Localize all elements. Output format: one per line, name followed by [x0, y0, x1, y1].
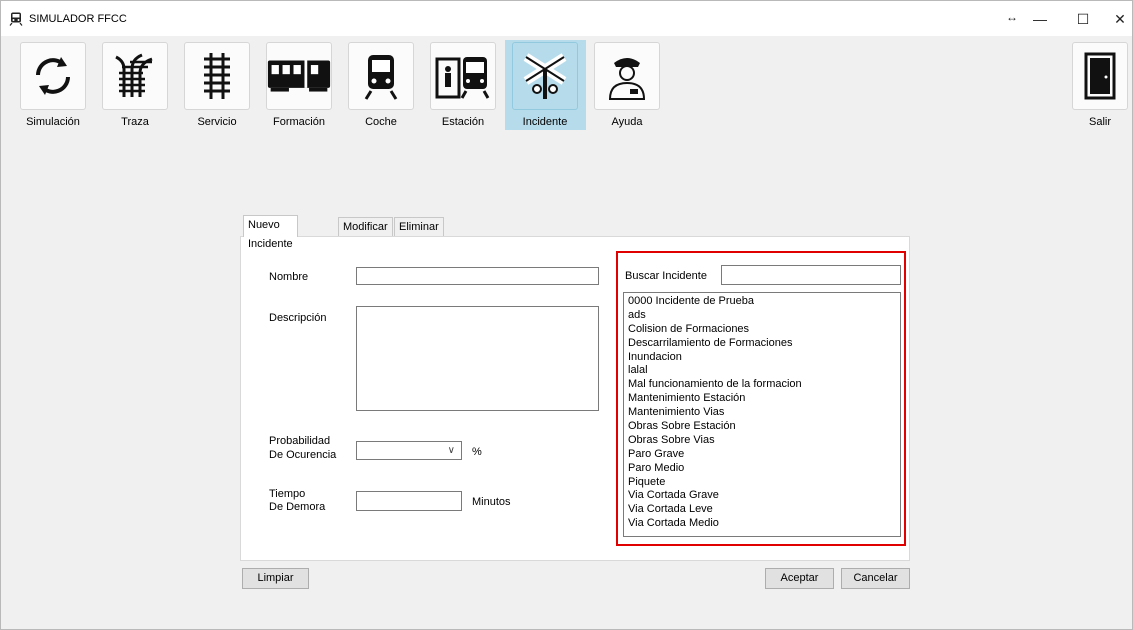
door-icon: [1084, 52, 1116, 100]
tab-nuevo-incidente[interactable]: Nuevo Incidente: [243, 215, 298, 250]
toolbar-label-formacion: Formación: [273, 116, 325, 128]
incident-list-item[interactable]: 0000 Incidente de Prueba: [624, 295, 900, 309]
aceptar-button[interactable]: Aceptar: [765, 568, 834, 589]
probabilidad-unit: %: [472, 446, 482, 458]
probabilidad-label-line-1: Probabilidad: [269, 435, 331, 447]
toolbar-button-incidente[interactable]: [512, 42, 578, 110]
incident-list-item[interactable]: Paro Grave: [624, 448, 900, 462]
incident-list-item[interactable]: ads: [624, 309, 900, 323]
tab-eliminar[interactable]: Eliminar: [394, 217, 444, 237]
descripcion-label: Descripción: [269, 312, 327, 324]
train-icon: [9, 12, 23, 26]
incident-list-item[interactable]: lalal: [624, 364, 900, 378]
incident-list-item[interactable]: Mal funcionamiento de la formacion: [624, 378, 900, 392]
tiempo-label-line-1: Tiempo: [269, 488, 306, 500]
close-button[interactable]: ✕: [1100, 6, 1133, 32]
nombre-input[interactable]: [356, 267, 599, 285]
toolbar-label-servicio: Servicio: [197, 116, 237, 128]
tab-modificar[interactable]: Modificar: [338, 217, 393, 237]
train-car-icon: [364, 55, 398, 100]
toolbar-button-coche[interactable]: [348, 42, 414, 110]
incident-list-item[interactable]: Mantenimiento Vias: [624, 406, 900, 420]
buscar-incidente-label: Buscar Incidente: [625, 270, 707, 282]
toolbar-button-servicio[interactable]: [184, 42, 250, 110]
station-icon: [435, 57, 490, 99]
window-title: SIMULADOR FFCC: [29, 13, 127, 25]
probabilidad-select[interactable]: ∨: [356, 441, 462, 460]
toolbar-label-incidente: Incidente: [522, 116, 568, 128]
incident-list-item[interactable]: Colision de Formaciones: [624, 323, 900, 337]
chevron-down-icon: ∨: [447, 445, 455, 456]
exit-label: Salir: [1088, 116, 1111, 128]
incident-listbox[interactable]: 0000 Incidente de Prueba ads Colision de F…: [623, 292, 901, 537]
tiempo-input[interactable]: [356, 491, 462, 511]
descripcion-textarea[interactable]: [356, 306, 599, 411]
nombre-label: Nombre: [269, 271, 309, 283]
toolbar-label-coche: Coche: [365, 116, 397, 128]
toolbar-button-formacion[interactable]: [266, 42, 332, 110]
incident-list-item[interactable]: Via Cortada Medio: [624, 517, 900, 531]
toolbar-button-simulacion[interactable]: [20, 42, 86, 110]
toolbar-button-estacion[interactable]: [430, 42, 496, 110]
toolbar-label-traza: Traza: [121, 116, 149, 128]
toolbar-button-traza[interactable]: [102, 42, 168, 110]
toolbar-label-ayuda: Ayuda: [611, 116, 643, 128]
buscar-incidente-input[interactable]: [721, 265, 901, 285]
minimize-button[interactable]: —: [1020, 6, 1060, 32]
rail-track-icon: [204, 53, 230, 99]
incident-list-item[interactable]: Via Cortada Leve: [624, 503, 900, 517]
track-switch-icon: [115, 53, 153, 97]
incident-list-item[interactable]: Piquete: [624, 476, 900, 490]
train-formation-icon: [267, 60, 331, 92]
tiempo-unit: Minutos: [472, 496, 511, 508]
title-bar: SIMULADOR FFCC ↔ — ☐ ✕: [0, 0, 1133, 36]
incident-list-item[interactable]: Obras Sobre Vias: [624, 434, 900, 448]
incident-list-item[interactable]: Descarrilamiento de Formaciones: [624, 337, 900, 351]
tiempo-label-line-2: De Demora: [269, 501, 326, 513]
maximize-button[interactable]: ☐: [1063, 6, 1103, 32]
toolbar-button-ayuda[interactable]: [594, 42, 660, 110]
probabilidad-label-line-2: De Ocurencia: [269, 449, 337, 461]
incident-list-item[interactable]: Via Cortada Grave: [624, 489, 900, 503]
cancelar-button[interactable]: Cancelar: [841, 568, 910, 589]
incident-list-item[interactable]: Inundacion: [624, 351, 900, 365]
incident-list-item[interactable]: Paro Medio: [624, 462, 900, 476]
incident-list-item[interactable]: Mantenimiento Estación: [624, 392, 900, 406]
limpiar-button[interactable]: Limpiar: [242, 568, 309, 589]
conductor-icon: [608, 58, 646, 100]
refresh-icon: [36, 57, 70, 95]
exit-button[interactable]: [1072, 42, 1128, 110]
railway-crossing-icon: [523, 53, 567, 99]
incident-list-item[interactable]: Obras Sobre Estación: [624, 420, 900, 434]
toolbar-label-simulacion: Simulación: [26, 116, 80, 128]
toolbar-label-estacion: Estación: [441, 116, 485, 128]
